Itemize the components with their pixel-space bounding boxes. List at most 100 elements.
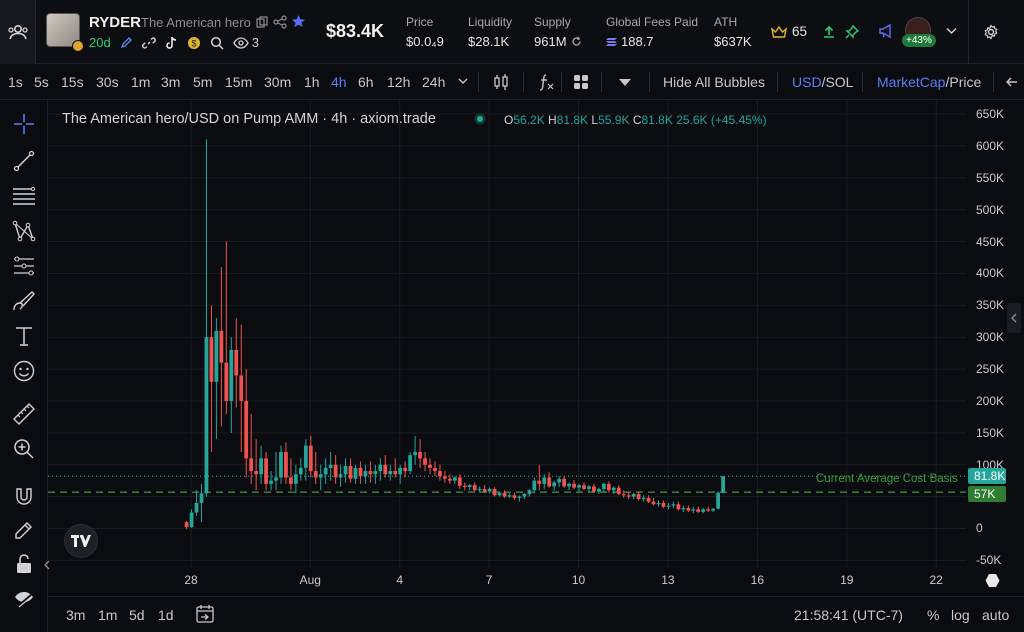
candle [706, 506, 711, 512]
interval-30s[interactable]: 30s [96, 74, 119, 90]
hide-bubbles-button[interactable]: Hide All Bubbles [663, 74, 765, 90]
y-tick-label: 150K [976, 425, 1005, 440]
emoji-tool[interactable] [10, 357, 38, 385]
indicators-icon[interactable] [537, 73, 555, 91]
candle [303, 439, 308, 481]
candle-body [587, 486, 591, 489]
collapse-sidebar-button[interactable] [0, 0, 36, 64]
lock-tool[interactable] [10, 550, 38, 578]
candle-body [641, 497, 646, 500]
candle-body [601, 483, 606, 489]
settings-hexagon-icon[interactable] [985, 573, 1000, 588]
right-panel-toggle[interactable] [1007, 303, 1021, 333]
brush-tool[interactable] [10, 287, 38, 315]
pen-icon[interactable] [120, 36, 133, 49]
candle-body [224, 362, 229, 401]
candle-body [597, 488, 601, 492]
candle [308, 436, 313, 478]
drawing-mode-tool[interactable] [10, 516, 38, 544]
last-price-tag: 81.8K [968, 468, 1006, 485]
crown-icon [771, 25, 787, 38]
currency-sol: /SOL [821, 74, 854, 90]
candle [452, 476, 457, 484]
interval-30m[interactable]: 30m [264, 74, 291, 90]
fib-tool[interactable] [10, 182, 38, 210]
candle [298, 458, 303, 481]
price-chart[interactable] [48, 100, 966, 568]
range-5d[interactable]: 5d [129, 607, 145, 623]
megaphone-icon[interactable] [878, 24, 894, 39]
caret-down-icon[interactable] [619, 79, 631, 86]
candle-body [209, 337, 214, 382]
coin-icon[interactable]: $ [187, 36, 201, 50]
crown-counter[interactable]: 65 [771, 24, 807, 39]
pattern-tool[interactable] [10, 217, 38, 245]
x-axis[interactable]: 28 Aug 4 7 10 13 16 19 22 [48, 568, 966, 592]
interval-5m[interactable]: 5m [193, 74, 212, 90]
interval-1s[interactable]: 1s [8, 74, 23, 90]
chevron-down-icon[interactable] [458, 78, 468, 85]
candle [686, 505, 691, 512]
auto-toggle[interactable]: auto [982, 607, 1009, 623]
candle-body [646, 497, 651, 502]
range-1m[interactable]: 1m [98, 607, 117, 623]
candle [249, 413, 254, 484]
candle-body [249, 458, 254, 472]
candle [418, 439, 422, 468]
chart-canvas[interactable] [48, 100, 966, 568]
token-header: RYDER The American hero 20d $ 3 $83.4K P… [0, 0, 1024, 64]
candle [209, 305, 214, 452]
upload-icon[interactable] [822, 25, 836, 39]
candle [378, 458, 383, 481]
visibility-tool[interactable] [10, 585, 38, 613]
drawing-toolbar [0, 100, 50, 632]
interval-24h[interactable]: 24h [422, 74, 445, 90]
candles-icon[interactable] [493, 73, 509, 91]
tiktok-icon[interactable] [165, 36, 178, 50]
pin-icon[interactable] [845, 25, 859, 39]
interval-1h[interactable]: 1h [304, 74, 320, 90]
star-icon[interactable] [291, 14, 306, 29]
crosshair-tool[interactable] [10, 110, 38, 138]
share-icon[interactable] [273, 15, 287, 29]
metric-toggle[interactable]: MarketCap/Price [877, 74, 981, 90]
y-tick-label: 600K [976, 138, 1005, 153]
layout-grid-icon[interactable] [573, 74, 589, 90]
chevron-down-icon[interactable] [946, 27, 957, 35]
projection-tool[interactable] [10, 252, 38, 280]
percent-toggle[interactable]: % [927, 607, 939, 623]
interval-6h[interactable]: 6h [358, 74, 374, 90]
watchers[interactable]: 3 [232, 35, 259, 50]
candle-body [606, 483, 611, 491]
text-tool[interactable] [10, 322, 38, 350]
interval-3m[interactable]: 3m [161, 74, 180, 90]
magnet-tool[interactable] [10, 482, 38, 510]
range-3m[interactable]: 3m [66, 607, 85, 623]
interval-4h[interactable]: 4h [331, 74, 347, 90]
arrow-left-icon[interactable] [1006, 77, 1018, 87]
copy-icon[interactable] [256, 16, 268, 28]
candle [572, 480, 576, 489]
gear-icon[interactable] [983, 24, 999, 40]
clock[interactable]: 21:58:41 (UTC-7) [794, 607, 903, 623]
zoom-in-tool[interactable] [10, 435, 38, 463]
search-icon[interactable] [210, 36, 224, 50]
interval-12h[interactable]: 12h [387, 74, 410, 90]
tradingview-logo[interactable] [64, 524, 98, 558]
interval-5s[interactable]: 5s [34, 74, 49, 90]
refresh-icon[interactable] [571, 36, 582, 47]
y-tick-label: 450K [976, 234, 1005, 249]
goto-date-icon[interactable] [196, 604, 214, 624]
candle [696, 506, 701, 514]
range-1d[interactable]: 1d [158, 607, 174, 623]
log-toggle[interactable]: log [951, 607, 970, 623]
trendline-tool[interactable] [10, 147, 38, 175]
interval-15s[interactable]: 15s [61, 74, 84, 90]
candle [428, 458, 432, 475]
candle-body [636, 494, 641, 500]
interval-15m[interactable]: 15m [225, 74, 252, 90]
currency-toggle[interactable]: USD/SOL [792, 74, 853, 90]
ruler-tool[interactable] [10, 400, 38, 428]
interval-1m[interactable]: 1m [131, 74, 150, 90]
link-icon[interactable] [141, 36, 156, 50]
